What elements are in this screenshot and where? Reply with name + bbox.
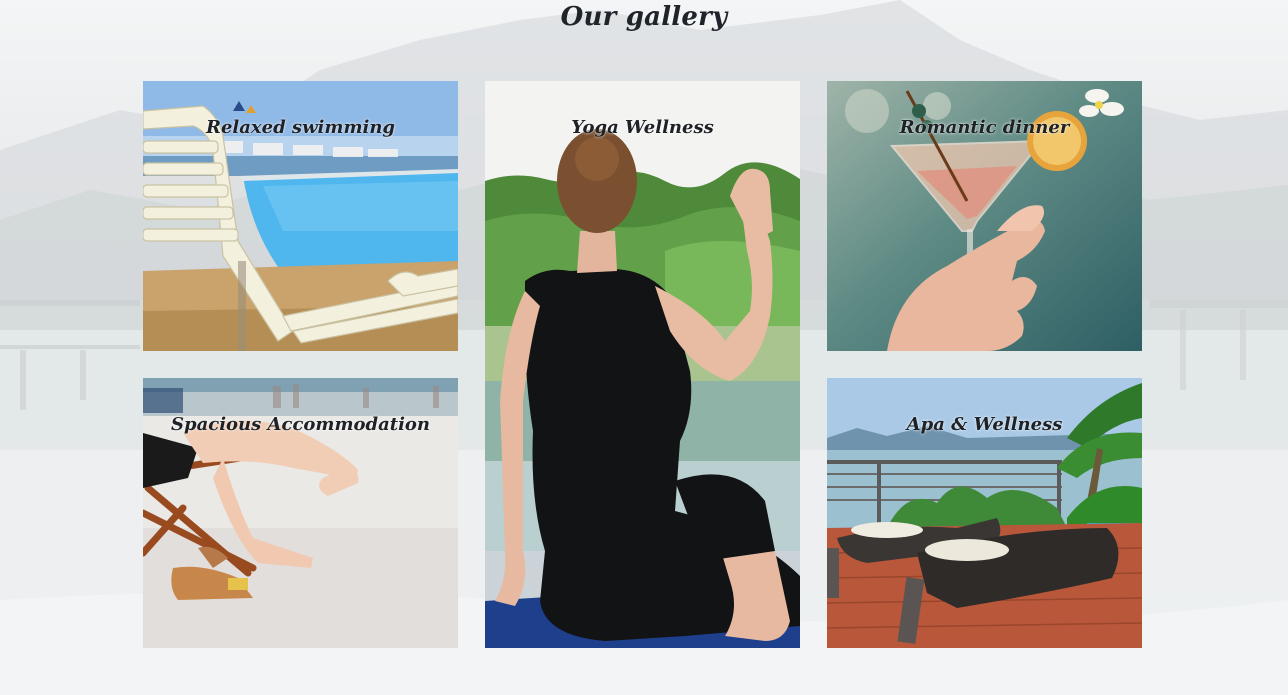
gallery-item-romantic-dinner[interactable]: Romantic dinner xyxy=(827,81,1142,351)
gallery-caption: Apa & Wellness xyxy=(906,414,1063,435)
yoga-lake-photo xyxy=(485,81,800,648)
page-title: Our gallery xyxy=(560,2,728,32)
gallery-caption: Romantic dinner xyxy=(899,117,1070,138)
gallery-item-relaxed-swimming[interactable]: Relaxed swimming xyxy=(143,81,458,351)
gallery-caption: Yoga Wellness xyxy=(571,117,714,138)
gallery-caption: Spacious Accommodation xyxy=(170,414,431,435)
gallery-caption: Relaxed swimming xyxy=(205,117,396,138)
gallery-item-spacious-accommodation[interactable]: Spacious Accommodation xyxy=(143,378,458,648)
gallery-item-yoga-wellness[interactable]: Yoga Wellness xyxy=(485,81,800,648)
gallery-item-apa-wellness[interactable]: Apa & Wellness xyxy=(827,378,1142,648)
